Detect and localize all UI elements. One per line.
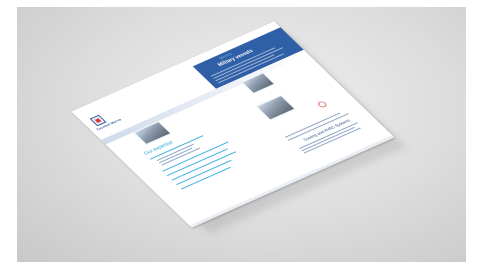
footer-bar (189, 135, 395, 228)
ship-photo (255, 94, 296, 121)
mockup-background: Fountnet Marine SERVICE Military vessels… (17, 7, 466, 262)
red-circle-icon (316, 100, 329, 109)
flyer-sheet: Fountnet Marine SERVICE Military vessels… (71, 21, 395, 228)
footer-text-line (303, 127, 362, 154)
body-text-line (176, 159, 232, 186)
